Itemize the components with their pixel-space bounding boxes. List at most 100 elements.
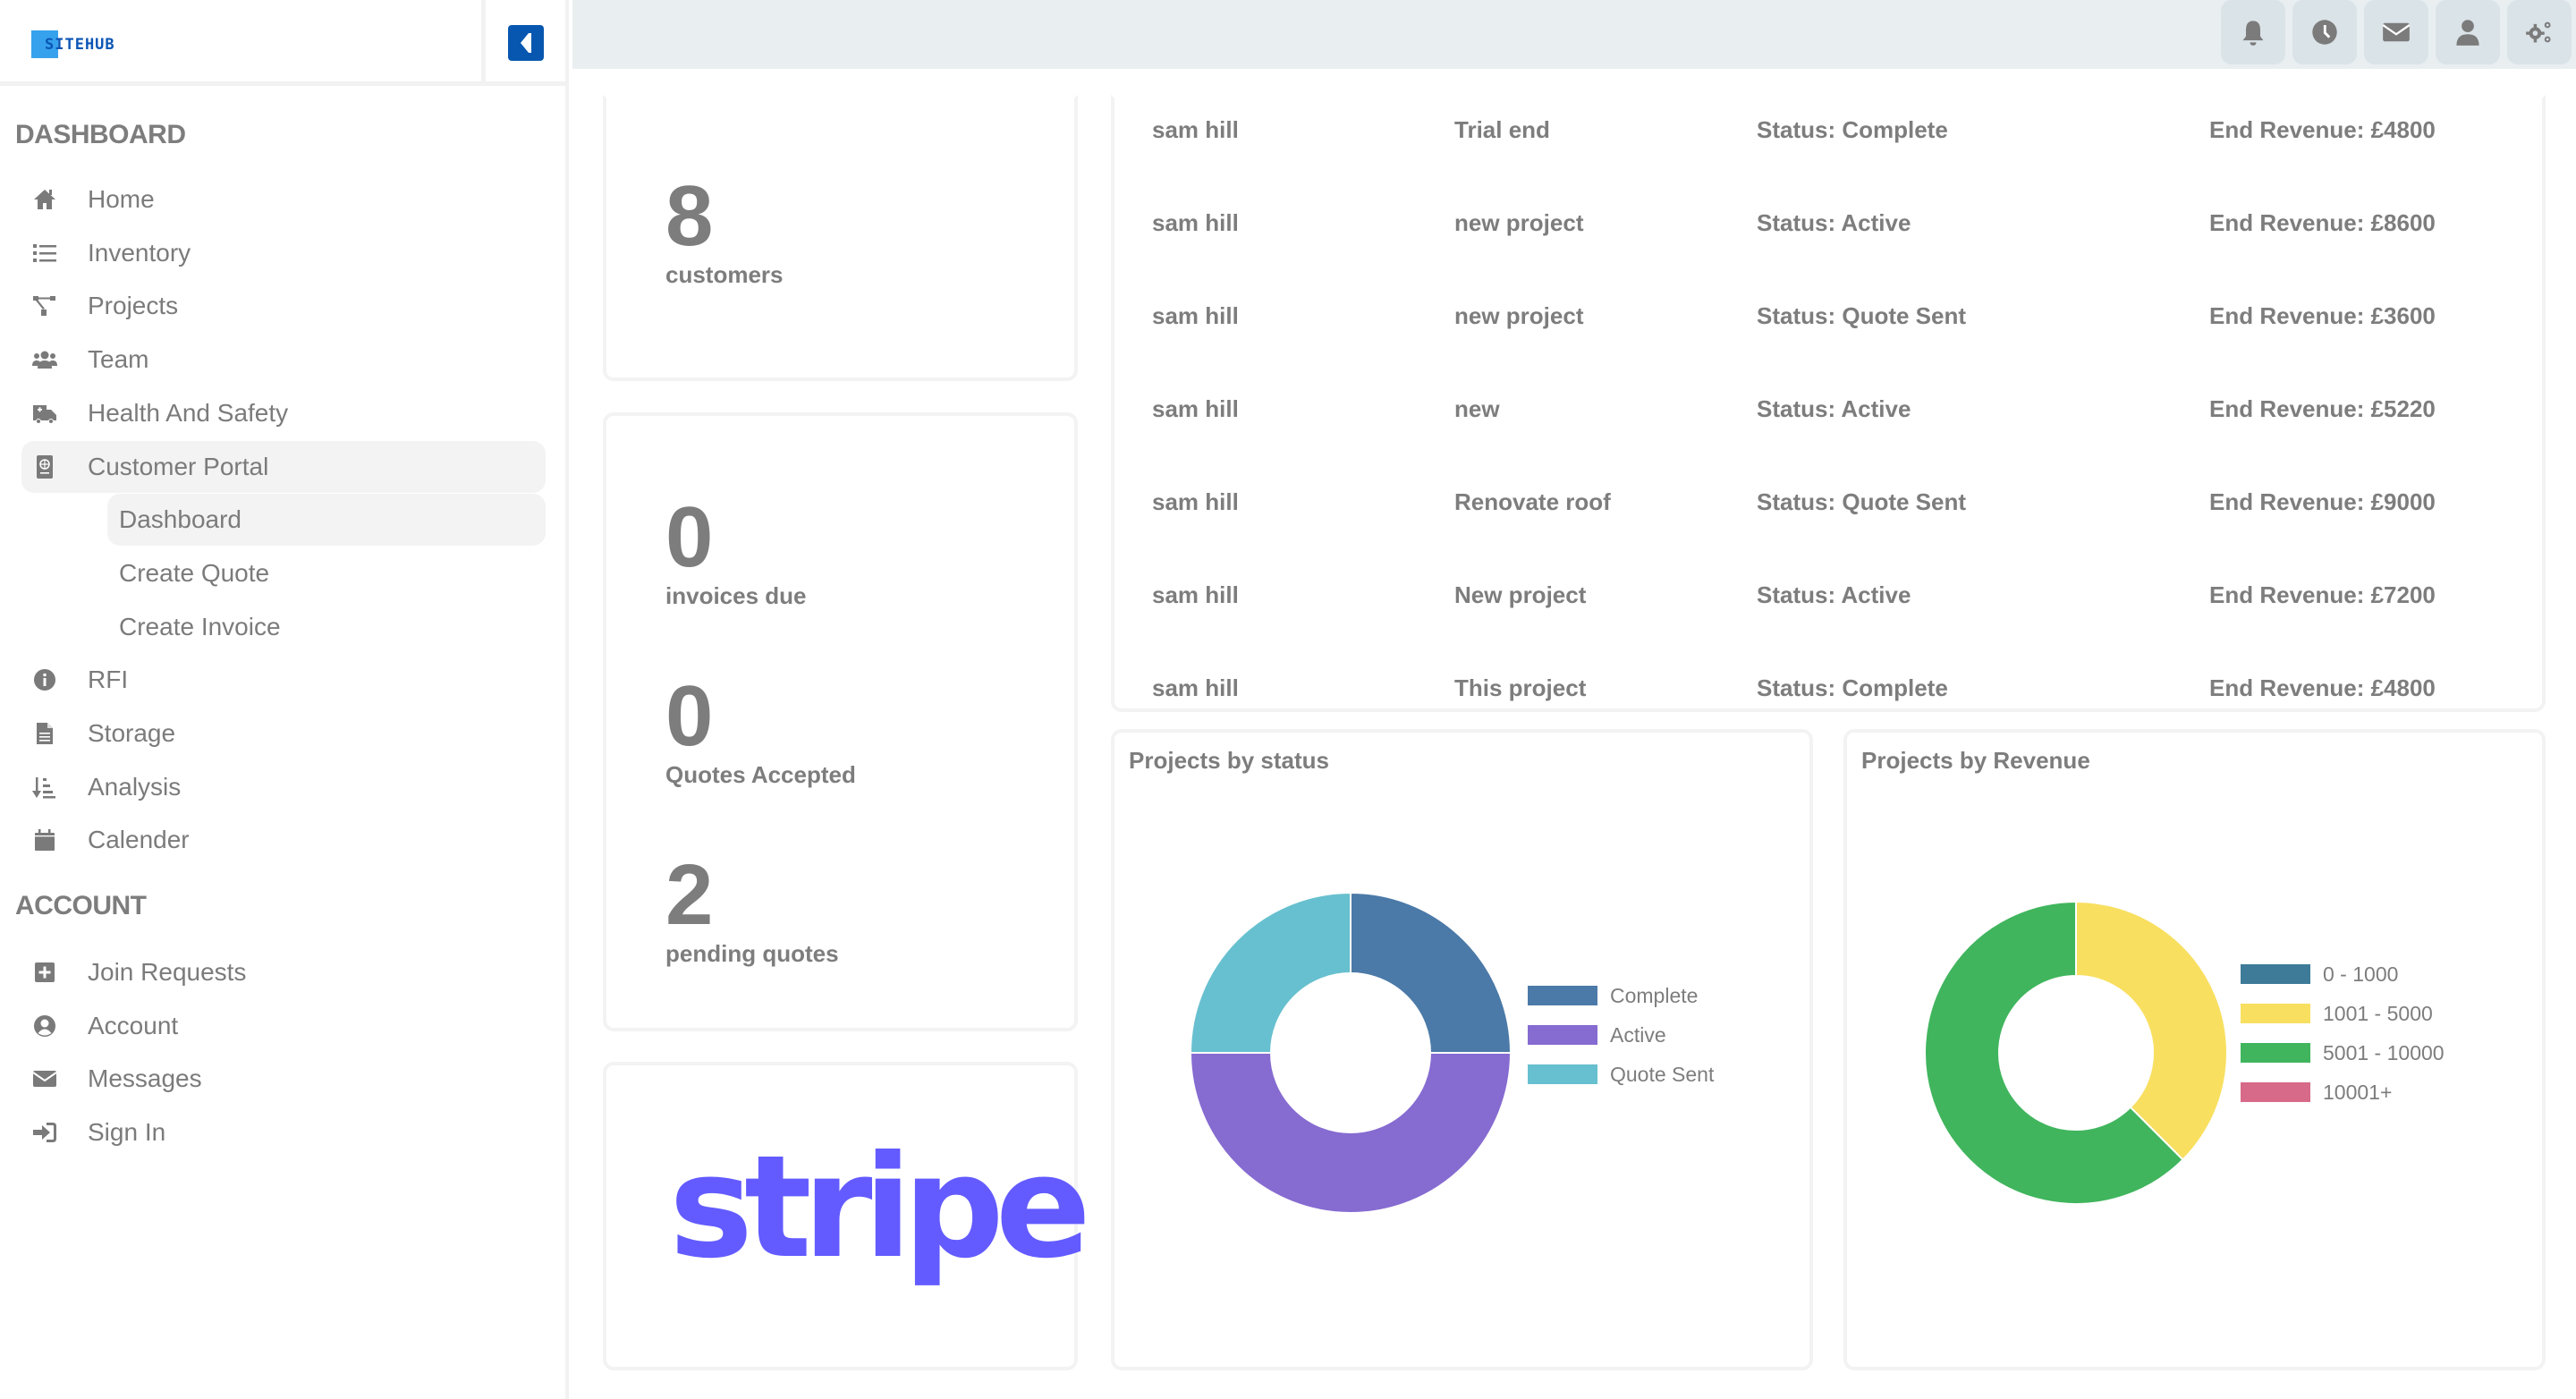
- app-root: SITEHUB DASHBOARD Home Inventory Projects T…: [0, 0, 2576, 1399]
- legend-item[interactable]: Quote Sent: [1528, 1055, 1714, 1094]
- project-row[interactable]: sam hill new project Status: Quote Sent End…: [1114, 302, 2542, 338]
- home-icon: [34, 190, 55, 209]
- project-revenue: End Revenue: £3600: [2209, 302, 2436, 329]
- project-name: Renovate roof: [1454, 488, 1611, 515]
- envelope-icon: [21, 1066, 75, 1091]
- user-button[interactable]: [2436, 0, 2500, 64]
- project-row[interactable]: sam hill Trial end Status: Complete End Rev…: [1114, 116, 2542, 152]
- brand-bar: SITEHUB: [0, 0, 569, 86]
- project-row[interactable]: sam hill new Status: Active End Revenue: £5…: [1114, 395, 2542, 431]
- legend-swatch: [2241, 964, 2310, 984]
- sidebar-item-label: Inventory: [88, 238, 191, 267]
- sidebar-item-health-and-safety[interactable]: Health And Safety: [21, 387, 546, 439]
- project-row[interactable]: sam hill new project Status: Active End Rev…: [1114, 209, 2542, 245]
- sidebar-item-projects[interactable]: Projects: [21, 280, 546, 332]
- project-customer: sam hill: [1152, 674, 1239, 701]
- pending-quotes-count: 2: [665, 847, 714, 943]
- projects-by-status-card: Projects by status Complete Active Quote S…: [1111, 729, 1813, 1370]
- sidebar-item-sign-in[interactable]: Sign In: [21, 1106, 546, 1158]
- project-name: This project: [1454, 674, 1587, 701]
- donut-slice-active[interactable]: [1189, 1052, 1513, 1214]
- sidebar-item-label: Team: [88, 345, 149, 374]
- calendar-icon: [35, 829, 55, 852]
- bell-button[interactable]: [2221, 0, 2285, 64]
- legend-item[interactable]: Active: [1528, 1015, 1714, 1055]
- project-status: Status: Quote Sent: [1757, 302, 1967, 329]
- project-revenue: End Revenue: £9000: [2209, 488, 2436, 515]
- section-title-account: ACCOUNT: [15, 891, 147, 920]
- legend-label: 10001+: [2323, 1080, 2393, 1104]
- sidebar-item-label: RFI: [88, 666, 129, 694]
- logo[interactable]: SITEHUB: [31, 30, 114, 58]
- sidebar-item-label: Account: [88, 1011, 179, 1039]
- donut-slice-complete[interactable]: [1350, 891, 1513, 1054]
- legend-swatch: [1528, 986, 1597, 1005]
- project-status: Status: Complete: [1757, 116, 1948, 143]
- sidebar-item-label: Sign In: [88, 1118, 166, 1147]
- sidebar-item-messages[interactable]: Messages: [21, 1053, 546, 1105]
- calendar-icon: [21, 827, 75, 852]
- stripe-card[interactable]: stripe: [603, 1062, 1091, 1370]
- legend-label: Active: [1610, 1022, 1666, 1047]
- project-name: New project: [1454, 581, 1587, 608]
- legend-label: 5001 - 10000: [2323, 1040, 2445, 1064]
- sidebar-subitem-create-quote[interactable]: Create Quote: [107, 547, 546, 599]
- clock-icon: [2312, 20, 2337, 45]
- legend-item[interactable]: 1001 - 5000: [2241, 994, 2445, 1033]
- project-row[interactable]: sam hill New project Status: Active End Rev…: [1114, 581, 2542, 617]
- project-status: Status: Quote Sent: [1757, 488, 1967, 515]
- project-row[interactable]: sam hill Renovate roof Status: Quote Sent E…: [1114, 488, 2542, 524]
- project-revenue: End Revenue: £4800: [2209, 116, 2436, 143]
- plus-square-icon: [35, 962, 55, 982]
- invoices-due-count: 0: [665, 489, 714, 585]
- legend-swatch: [2241, 1004, 2310, 1023]
- project-customer: sam hill: [1152, 395, 1239, 422]
- sidebar-item-customer-portal[interactable]: Customer Portal: [21, 440, 546, 493]
- project-customer: sam hill: [1152, 209, 1239, 236]
- info-circle-icon: [34, 669, 55, 691]
- sidebar-subitem-dashboard[interactable]: Dashboard: [107, 494, 546, 547]
- sidebar-item-label: Calender: [88, 826, 190, 854]
- sidebar-subitem-create-invoice[interactable]: Create Invoice: [107, 601, 546, 653]
- clock-button[interactable]: [2292, 0, 2357, 64]
- project-row[interactable]: sam hill This project Status: Complete End …: [1114, 674, 2542, 710]
- chart-legend: Complete Active Quote Sent: [1528, 976, 1714, 1094]
- donut-slice-1001-5000[interactable]: [2075, 900, 2228, 1161]
- project-name: new: [1454, 395, 1500, 422]
- project-status: Status: Active: [1757, 395, 1911, 422]
- envelope-button[interactable]: [2364, 0, 2428, 64]
- project-status: Status: Active: [1757, 581, 1911, 608]
- project-revenue: End Revenue: £5220: [2209, 395, 2436, 422]
- collapse-sidebar-button[interactable]: [508, 25, 544, 61]
- legend-item[interactable]: 0 - 1000: [2241, 954, 2445, 994]
- cogs-button[interactable]: [2507, 0, 2572, 64]
- bell-icon: [2242, 21, 2264, 46]
- invoices-due-stat: 0 invoices due: [665, 495, 807, 610]
- stripe-logo[interactable]: stripe: [669, 1137, 1091, 1278]
- sidebar-item-label: Storage: [88, 719, 176, 747]
- sidebar-item-join-requests[interactable]: Join Requests: [21, 946, 546, 998]
- legend-item[interactable]: 5001 - 10000: [2241, 1033, 2445, 1073]
- plus-square-icon: [21, 960, 75, 985]
- sidebar-item-team[interactable]: Team: [21, 334, 546, 386]
- sidebar-item-inventory[interactable]: Inventory: [21, 227, 546, 279]
- sidebar-item-rfi[interactable]: RFI: [21, 654, 546, 706]
- sidebar-item-calender[interactable]: Calender: [21, 814, 546, 866]
- sidebar-item-account[interactable]: Account: [21, 1000, 546, 1052]
- quotes-accepted-stat: 0 Quotes Accepted: [665, 674, 856, 789]
- donut-slice-quote-sent[interactable]: [1189, 891, 1352, 1054]
- cogs-icon: [2526, 21, 2551, 43]
- legend-item[interactable]: 10001+: [2241, 1073, 2445, 1112]
- legend-label: 0 - 1000: [2323, 962, 2399, 986]
- sidebar-item-home[interactable]: Home: [21, 174, 546, 225]
- sidebar-item-storage[interactable]: Storage: [21, 708, 546, 759]
- project-name: Trial end: [1454, 116, 1550, 143]
- sidebar-subitem-label: Create Quote: [119, 558, 270, 587]
- file-icon: [37, 723, 53, 744]
- legend-label: Complete: [1610, 983, 1699, 1007]
- users-icon: [32, 351, 57, 369]
- logo-text: SITEHUB: [45, 35, 115, 54]
- legend-item[interactable]: Complete: [1528, 976, 1714, 1015]
- user-circle-icon: [34, 1014, 55, 1037]
- sidebar-item-analysis[interactable]: Analysis: [21, 761, 546, 813]
